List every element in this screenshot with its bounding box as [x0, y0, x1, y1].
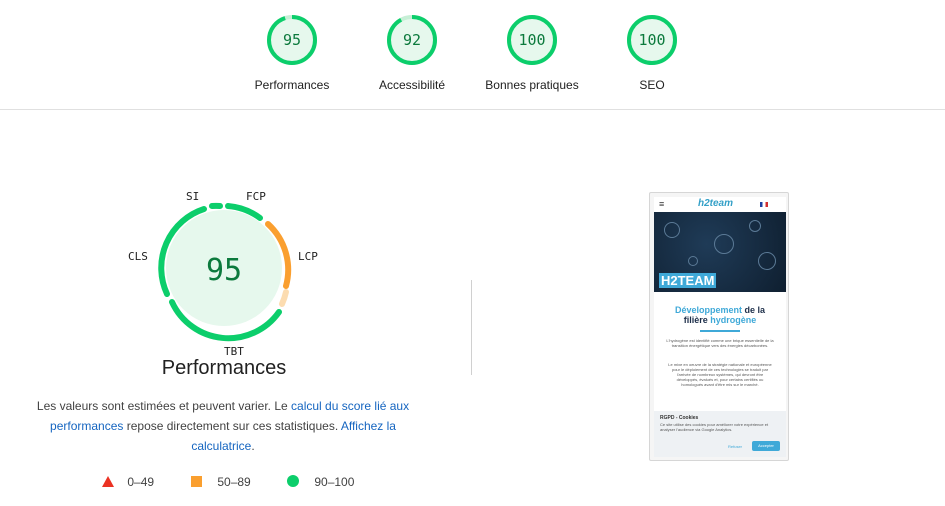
category-scores-bar: 95 Performances 92 Accessibilité 100 Bon… [0, 0, 945, 110]
legend-item-fail: 0–49 [102, 475, 154, 489]
thumb-navbar: ≡ h2team [654, 197, 786, 212]
gauge-seo[interactable]: 100 SEO [592, 14, 712, 104]
legend-item-pass: 90–100 [287, 475, 354, 489]
score-ring: 100 [627, 15, 677, 65]
cookie-accept-button: Accepter [752, 441, 780, 451]
metric-fcp-label: FCP [246, 190, 266, 203]
performance-title: Performances [161, 357, 287, 379]
description-text: Les valeurs sont estimées et peuvent var… [36, 399, 292, 413]
category-label: Performances [254, 78, 330, 92]
legend-range: 90–100 [314, 475, 355, 489]
score-ring: 92 [387, 15, 437, 65]
cookie-title: RGPD - Cookies [660, 415, 699, 421]
gauge-best-practices[interactable]: 100 Bonnes pratiques [472, 14, 592, 104]
thumb-hero-name: H2TEAM [659, 273, 717, 288]
cookie-refuse-button: Refuser [728, 444, 743, 449]
thumb-hero: H2TEAM [654, 212, 786, 292]
legend-range: 50–89 [217, 475, 251, 489]
category-label: Accessibilité [378, 78, 446, 92]
thumb-underline [700, 330, 740, 332]
score-ring: 95 [267, 15, 317, 65]
menu-icon: ≡ [659, 199, 665, 209]
cookie-text: Ce site utilise des cookies pour amélior… [660, 422, 769, 432]
performance-ring: 95 [158, 202, 292, 342]
metric-si-label: SI [186, 190, 200, 203]
gauge-accessibility[interactable]: 92 Accessibilité [352, 14, 472, 104]
vertical-divider [471, 280, 472, 375]
circle-icon [287, 475, 299, 487]
gauge-performances[interactable]: 95 Performances [232, 14, 352, 104]
score-ring: 100 [507, 15, 557, 65]
thumb-title: Développement de la filière hydrogène [674, 305, 766, 325]
final-screenshot-thumbnail[interactable]: ≡ h2team H2TEAM Développement de la fili… [649, 192, 789, 461]
performance-gauge: 95 SI FCP LCP TBT CLS [120, 180, 330, 370]
description-text: . [251, 439, 255, 453]
category-label: Bonnes pratiques [485, 78, 579, 92]
triangle-icon [102, 476, 114, 487]
legend-item-average: 50–89 [191, 475, 251, 489]
score-value: 100 [518, 31, 545, 49]
category-label: SEO [639, 78, 665, 92]
lcp-remainder-segment [279, 289, 289, 307]
thumb-cookie-banner: RGPD - Cookies Ce site utilise des cooki… [654, 411, 786, 457]
description-text: repose directement sur ces statistiques. [123, 419, 341, 433]
score-value: 92 [403, 31, 421, 49]
thumb-paragraph: Le mixe en oeuvre de la stratégie nation… [668, 362, 772, 387]
thumb-paragraph: L'hydrogène est identifié comme une briq… [666, 338, 774, 348]
score-description: Les valeurs sont estimées et peuvent var… [30, 396, 416, 456]
flag-icon [760, 202, 768, 207]
metric-lcp-label: LCP [298, 250, 318, 263]
square-icon [191, 476, 202, 487]
score-value: 100 [638, 31, 665, 49]
metric-cls-label: CLS [128, 250, 148, 263]
thumb-logo: h2team [698, 198, 734, 209]
performance-score: 95 [206, 253, 242, 288]
legend-range: 0–49 [127, 475, 155, 489]
score-value: 95 [283, 31, 301, 49]
